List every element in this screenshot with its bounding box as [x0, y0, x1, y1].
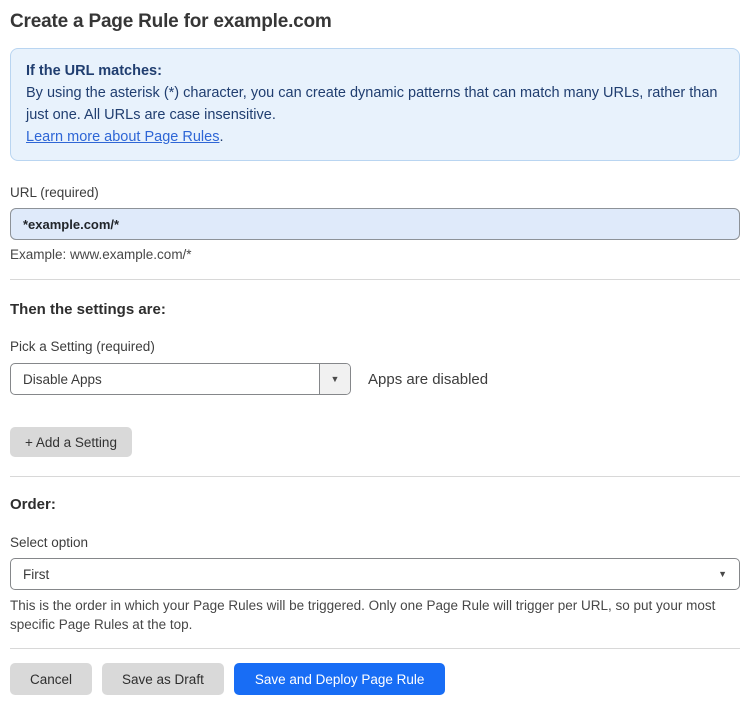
chevron-down-icon: ▼	[718, 568, 727, 579]
info-box-body: By using the asterisk (*) character, you…	[26, 85, 718, 123]
settings-section-heading: Then the settings are:	[10, 301, 166, 318]
link-suffix-period: .	[219, 129, 224, 145]
add-setting-button[interactable]: + Add a Setting	[10, 427, 132, 457]
select-option-label: Select option	[10, 535, 89, 550]
url-example-helper: Example: www.example.com/*	[10, 247, 192, 262]
divider-after-settings	[10, 476, 740, 477]
setting-row: Disable Apps ▼ Apps are disabled	[10, 363, 740, 395]
url-input[interactable]	[10, 208, 740, 240]
order-select-value: First	[23, 566, 50, 582]
divider-after-url	[10, 279, 740, 280]
pick-setting-label: Pick a Setting (required)	[10, 339, 155, 354]
form-actions: Cancel Save as Draft Save and Deploy Pag…	[10, 663, 740, 695]
info-box-heading: If the URL matches:	[26, 63, 162, 79]
order-helper-text: This is the order in which your Page Rul…	[10, 598, 716, 632]
cancel-button[interactable]: Cancel	[10, 663, 93, 695]
chevron-down-icon: ▼	[330, 373, 340, 384]
url-field-label: URL (required)	[10, 185, 99, 200]
setting-status-text: Apps are disabled	[368, 370, 489, 388]
url-match-info-box: If the URL matches: By using the asteris…	[10, 48, 740, 161]
divider-before-actions	[10, 648, 740, 649]
setting-select-value: Disable Apps	[23, 371, 102, 387]
info-box-link-line: Learn more about Page Rules.	[26, 126, 724, 148]
page-title: Create a Page Rule for example.com	[10, 11, 332, 32]
create-page-rule-form: Create a Page Rule for example.com If th…	[0, 0, 750, 707]
order-section-heading: Order:	[10, 496, 56, 513]
save-and-deploy-button[interactable]: Save and Deploy Page Rule	[233, 663, 446, 695]
learn-more-link[interactable]: Learn more about Page Rules	[26, 129, 219, 145]
save-as-draft-button[interactable]: Save as Draft	[102, 663, 224, 695]
setting-select[interactable]: Disable Apps ▼	[10, 363, 351, 395]
setting-select-arrow-button[interactable]: ▼	[319, 364, 350, 394]
order-select[interactable]: First ▼	[10, 558, 740, 590]
